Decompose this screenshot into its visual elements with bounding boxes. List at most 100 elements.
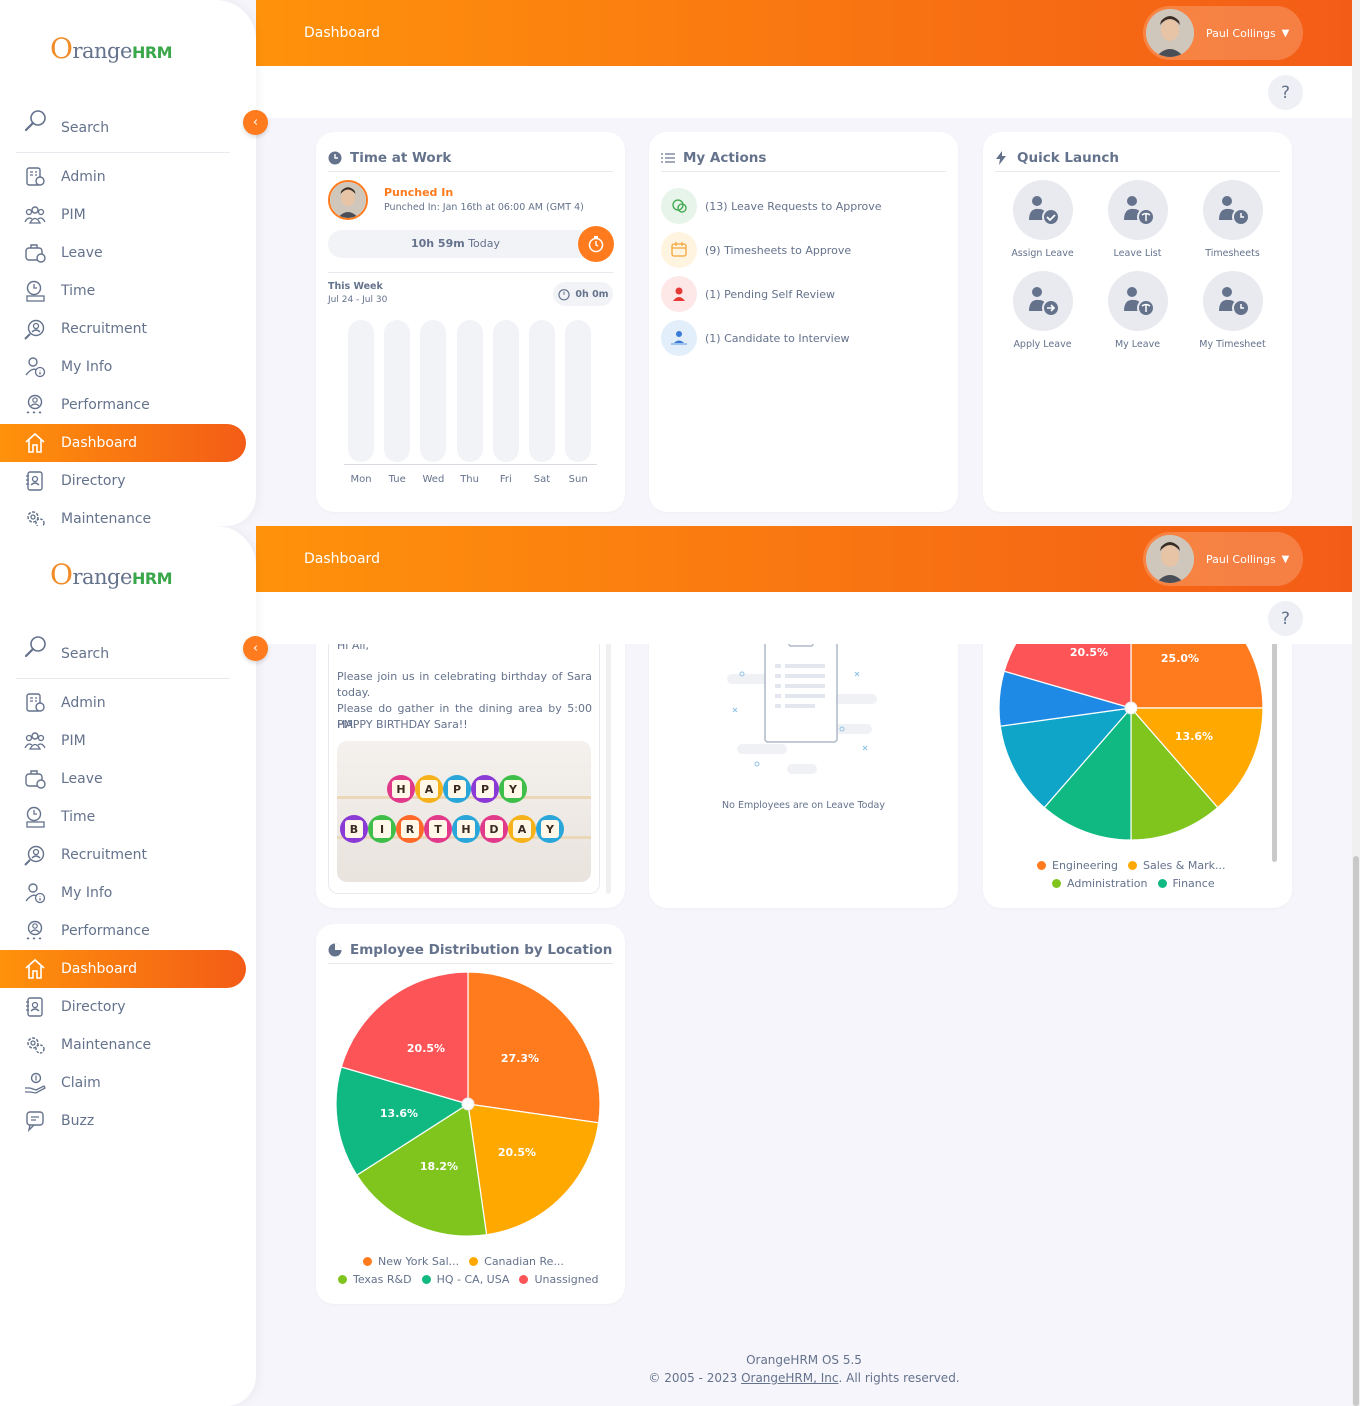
pie-slice[interactable] bbox=[467, 971, 601, 1124]
lightning-icon bbox=[995, 150, 1009, 165]
sidebar-item-label: PIM bbox=[61, 733, 86, 749]
sidebar-collapse-button[interactable]: ‹ bbox=[243, 110, 268, 135]
day-bar bbox=[529, 320, 555, 462]
user-dropdown[interactable]: Paul Collings ▼ bbox=[1143, 6, 1303, 60]
sidebar-item-label: Leave bbox=[61, 771, 103, 787]
company-link[interactable]: OrangeHRM, Inc bbox=[741, 1371, 838, 1385]
action-item[interactable]: (1) Pending Self Review bbox=[661, 276, 835, 312]
card-header: Employee Distribution by Location bbox=[328, 936, 613, 964]
caret-down-icon: ▼ bbox=[1281, 27, 1290, 39]
birthday-photo[interactable]: HAPPY BIRTHDAY bbox=[337, 741, 591, 882]
sidebar-item-leave[interactable]: Leave bbox=[0, 234, 256, 272]
orangehrm-logo[interactable]: OrangeHRM bbox=[50, 32, 173, 65]
day-label: Thu bbox=[460, 474, 479, 485]
punch-status: Punched In bbox=[384, 186, 454, 199]
day-bar bbox=[420, 320, 447, 462]
quick-launch-my-leave[interactable]: My Leave bbox=[1090, 271, 1185, 350]
quick-launch-timesheets[interactable]: Timesheets bbox=[1185, 180, 1280, 259]
candidate-icon bbox=[661, 320, 697, 356]
sidebar-item-directory[interactable]: Directory bbox=[0, 462, 256, 500]
week-label: This Week bbox=[328, 281, 383, 292]
pie-label: 27.3% bbox=[501, 1052, 539, 1065]
sidebar-item-directory[interactable]: Directory bbox=[0, 988, 256, 1026]
sidebar-search[interactable]: Search bbox=[16, 106, 230, 153]
logo-hrm: HRM bbox=[131, 42, 173, 62]
cupcake: T bbox=[424, 815, 452, 843]
quick-launch-leave-list[interactable]: Leave List bbox=[1090, 180, 1185, 259]
sidebar-item-pim[interactable]: PIM bbox=[0, 196, 256, 234]
action-item[interactable]: (1) Candidate to Interview bbox=[661, 320, 850, 356]
sidebar-item-recruitment[interactable]: Recruitment bbox=[0, 310, 256, 348]
logo-o: O bbox=[50, 557, 73, 591]
action-label: (1) Pending Self Review bbox=[705, 287, 835, 301]
quick-launch-my-timesheet[interactable]: My Timesheet bbox=[1185, 271, 1280, 350]
legend-item: New York Sal... bbox=[378, 1255, 460, 1268]
sidebar-item-performance[interactable]: Performance bbox=[0, 386, 256, 424]
sidebar-item-time[interactable]: Time bbox=[0, 272, 256, 310]
sidebar-item-admin[interactable]: Admin bbox=[0, 158, 256, 196]
day-label: Fri bbox=[499, 474, 512, 485]
sidebar-item-label: Recruitment bbox=[61, 847, 148, 863]
page-title: Dashboard bbox=[304, 25, 380, 41]
help-button[interactable]: ? bbox=[1268, 75, 1303, 110]
sidebar-item-label: Directory bbox=[61, 473, 126, 489]
sidebar-item-label: Directory bbox=[61, 999, 126, 1015]
claim-icon bbox=[24, 1072, 46, 1094]
cupcake-letter: T bbox=[429, 820, 447, 838]
cupcake: D bbox=[480, 815, 508, 843]
sidebar-item-label: Dashboard bbox=[61, 961, 137, 977]
sidebar-item-pim[interactable]: PIM bbox=[0, 722, 256, 760]
page-scrollbar[interactable] bbox=[1352, 0, 1360, 526]
admin-icon bbox=[24, 692, 46, 714]
sidebar-item-my-info[interactable]: My Info bbox=[0, 874, 256, 912]
page-scrollbar-thumb[interactable] bbox=[1353, 856, 1359, 1406]
sidebar-item-dashboard[interactable]: Dashboard bbox=[0, 950, 246, 988]
buzz-scrollbar[interactable] bbox=[606, 606, 611, 894]
sidebar-item-performance[interactable]: Performance bbox=[0, 912, 256, 950]
orangehrm-logo[interactable]: OrangeHRM bbox=[50, 557, 173, 591]
quick-launch-apply-leave[interactable]: Apply Leave bbox=[995, 271, 1090, 350]
cupcake: R bbox=[396, 815, 424, 843]
sidebar-item-buzz[interactable]: Buzz bbox=[0, 1102, 256, 1140]
card-header: My Actions bbox=[661, 144, 946, 172]
sidebar-item-leave[interactable]: Leave bbox=[0, 760, 256, 798]
day-label: Sun bbox=[568, 474, 588, 485]
sidebar-search[interactable]: Search bbox=[16, 632, 230, 679]
punch-button[interactable] bbox=[578, 226, 614, 262]
pie-label: 13.6% bbox=[380, 1107, 418, 1120]
copyright-rights: . All rights reserved. bbox=[838, 1371, 960, 1385]
help-button[interactable]: ? bbox=[1268, 601, 1303, 636]
sidebar-item-claim[interactable]: Claim bbox=[0, 1064, 256, 1102]
pie-slice[interactable] bbox=[467, 1103, 600, 1236]
legend-item: Canadian Re... bbox=[484, 1255, 564, 1268]
quick-launch-assign-leave[interactable]: Assign Leave bbox=[995, 180, 1090, 259]
card-header: Quick Launch bbox=[995, 144, 1280, 172]
frame-top: OrangeHRM Search Admin PIM Leave Time Recrui… bbox=[0, 0, 1360, 526]
sidebar-item-maintenance[interactable]: Maintenance bbox=[0, 500, 256, 526]
cupcake: A bbox=[415, 775, 443, 803]
sidebar-item-maintenance[interactable]: Maintenance bbox=[0, 1026, 256, 1064]
action-item[interactable]: (9) Timesheets to Approve bbox=[661, 232, 851, 268]
legend-dot bbox=[1037, 861, 1046, 870]
cupcake: B bbox=[340, 815, 368, 843]
user-dropdown[interactable]: Paul Collings ▼ bbox=[1143, 532, 1303, 586]
sidebar-item-time[interactable]: Time bbox=[0, 798, 256, 836]
sidebar-item-recruitment[interactable]: Recruitment bbox=[0, 836, 256, 874]
action-item[interactable]: (13) Leave Requests to Approve bbox=[661, 188, 882, 224]
day-bar bbox=[384, 320, 411, 462]
avatar-image bbox=[1146, 535, 1194, 583]
self-review-icon bbox=[661, 276, 697, 312]
legend-item: Texas R&D bbox=[353, 1273, 412, 1286]
legend-dot bbox=[1128, 861, 1137, 870]
action-label: (9) Timesheets to Approve bbox=[705, 243, 852, 257]
day-bar bbox=[456, 320, 483, 462]
card-scrollbar[interactable] bbox=[1272, 626, 1277, 862]
logo-text: OrangeHRM bbox=[50, 32, 173, 65]
sidebar-item-my-info[interactable]: My Info bbox=[0, 348, 256, 386]
sidebar-item-admin[interactable]: Admin bbox=[0, 684, 256, 722]
sidebar-collapse-button[interactable]: ‹ bbox=[243, 636, 268, 661]
admin-icon bbox=[24, 166, 46, 188]
sidebar-item-dashboard[interactable]: Dashboard bbox=[0, 424, 246, 462]
apply-leave-icon bbox=[1012, 271, 1073, 331]
leave-request-icon bbox=[661, 188, 697, 224]
